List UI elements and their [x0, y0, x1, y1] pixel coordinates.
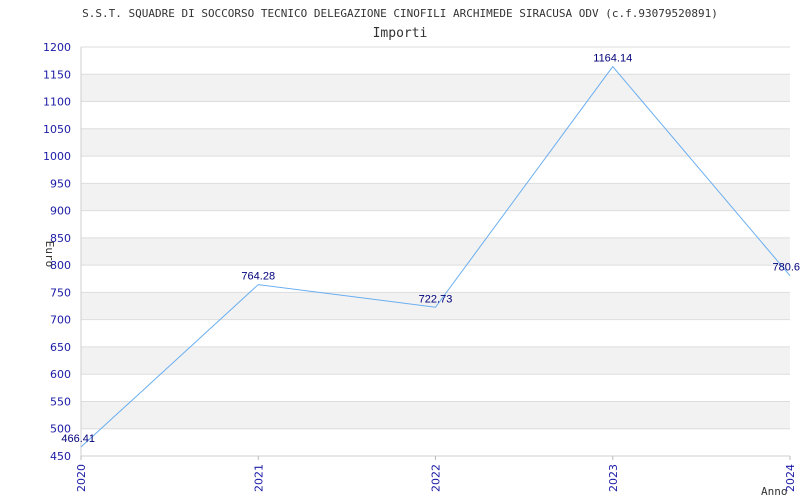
y-tick-label: 1050 — [43, 123, 71, 136]
y-tick-label: 450 — [50, 450, 71, 463]
y-tick-label: 750 — [50, 286, 71, 299]
chart-title: S.S.T. SQUADRE DI SOCCORSO TECNICO DELEG… — [82, 7, 718, 20]
x-tick-label: 2020 — [75, 464, 88, 492]
y-tick-label: 600 — [50, 368, 71, 381]
y-tick-label: 700 — [50, 314, 71, 327]
data-label: 466.41 — [61, 433, 95, 445]
y-tick-label: 650 — [50, 341, 71, 354]
grid-band — [81, 74, 790, 102]
y-tick-label: 950 — [50, 177, 71, 190]
y-tick-label: 1150 — [43, 68, 71, 81]
y-tick-label: 550 — [50, 395, 71, 408]
data-label: 780.6 — [772, 262, 800, 274]
y-tick-label: 1000 — [43, 150, 71, 163]
x-tick-label: 2022 — [430, 464, 443, 492]
grid-band — [81, 237, 790, 266]
line-chart: 4505005506006507007508008509009501000105… — [43, 7, 800, 498]
data-label: 764.28 — [241, 271, 275, 283]
x-axis-label: Anno — [761, 485, 788, 498]
grid-band — [81, 128, 790, 157]
grid-band — [81, 346, 790, 375]
y-tick-label: 1200 — [43, 41, 71, 54]
grid-band — [81, 401, 790, 429]
y-tick-label: 900 — [50, 205, 71, 218]
x-tick-label: 2023 — [607, 464, 620, 492]
y-tick-label: 1100 — [43, 96, 71, 109]
x-tick-label: 2021 — [252, 464, 265, 492]
chart-subtitle: Importi — [373, 26, 428, 41]
data-label: 1164.14 — [593, 53, 632, 65]
data-label: 722.73 — [419, 293, 453, 305]
grid-band — [81, 183, 790, 211]
x-tick-labels: 2020 2021 2022 2023 2024 — [75, 456, 797, 492]
y-axis-label: Euro — [43, 241, 56, 268]
grid-bands — [81, 74, 790, 429]
